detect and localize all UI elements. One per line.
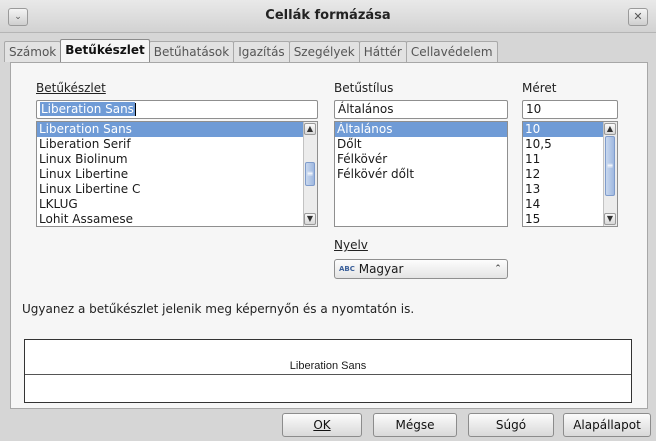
scroll-thumb[interactable]: ≡ <box>305 162 315 186</box>
spellcheck-icon: ABC <box>339 265 355 273</box>
reset-button[interactable]: Alapállapot <box>563 413 651 437</box>
close-icon: ✕ <box>633 10 643 23</box>
tab-bar: Számok Betűkészlet Betűhatások Igazítás … <box>4 39 498 63</box>
scroll-up-icon[interactable]: ▲ <box>604 123 616 135</box>
list-item[interactable]: Dőlt <box>335 137 507 152</box>
title-bar: ⌄ Cellák formázása ✕ <box>0 0 656 33</box>
preview-text: Liberation Sans <box>288 360 368 372</box>
tab-cellavedelem[interactable]: Cellavédelem <box>405 41 498 62</box>
font-style-list[interactable]: Általános Dőlt Félkövér Félkövér dőlt <box>334 121 508 227</box>
list-item[interactable]: Linux Libertine C <box>37 182 317 197</box>
spin-icon: ⌃ <box>494 264 502 274</box>
tab-igazitas[interactable]: Igazítás <box>233 41 290 62</box>
language-value: Magyar <box>358 262 404 276</box>
font-preview: Liberation Sans <box>24 339 632 403</box>
list-item[interactable]: Félkövér <box>335 152 507 167</box>
ok-button[interactable]: OK <box>282 413 362 437</box>
font-style-label: Betűstílus <box>334 81 394 95</box>
scroll-up-icon[interactable]: ▲ <box>304 123 316 135</box>
list-item[interactable]: LKLUG <box>37 197 317 212</box>
tab-szegelyek[interactable]: Szegélyek <box>288 41 360 62</box>
tab-szamok[interactable]: Számok <box>4 41 62 62</box>
preview-baseline <box>25 374 631 375</box>
font-family-input-value: Liberation Sans <box>40 102 135 116</box>
list-item[interactable]: Liberation Sans <box>37 122 317 137</box>
list-item[interactable]: Linux Biolinum <box>37 152 317 167</box>
font-family-label: Betűkészlet <box>36 81 106 95</box>
list-item[interactable]: Liberation Serif <box>37 137 317 152</box>
tab-hatter[interactable]: Háttér <box>358 41 407 62</box>
font-family-list[interactable]: Liberation Sans Liberation Serif Linux B… <box>36 121 318 227</box>
font-family-input[interactable]: Liberation Sans <box>36 100 318 119</box>
language-label: Nyelv <box>334 238 368 252</box>
font-size-input[interactable]: 10 <box>522 100 618 119</box>
scroll-down-icon[interactable]: ▼ <box>304 213 316 225</box>
list-item[interactable]: Linux Libertine <box>37 167 317 182</box>
font-size-list[interactable]: 10 10,5 11 12 13 14 15 ▲ ≡ ▼ <box>522 121 618 227</box>
font-style-input[interactable]: Általános <box>334 100 508 119</box>
scroll-thumb[interactable]: ≡ <box>605 136 615 196</box>
scroll-down-icon[interactable]: ▼ <box>604 213 616 225</box>
font-info-text: Ugyanez a betűkészlet jelenik meg képern… <box>22 302 415 316</box>
list-item[interactable]: Általános <box>335 122 507 137</box>
tab-betuhatasok[interactable]: Betűhatások <box>148 41 235 62</box>
window-title: Cellák formázása <box>265 8 391 23</box>
font-size-label: Méret <box>522 81 557 95</box>
font-family-scrollbar[interactable]: ▲ ≡ ▼ <box>303 122 317 226</box>
font-size-scrollbar[interactable]: ▲ ≡ ▼ <box>603 122 617 226</box>
list-item[interactable]: 10 <box>523 122 603 137</box>
list-item[interactable]: Félkövér dőlt <box>335 167 507 182</box>
help-button[interactable]: Súgó <box>468 413 554 437</box>
close-button[interactable]: ✕ <box>628 8 648 26</box>
language-select[interactable]: ABC Magyar ⌃ <box>334 259 508 279</box>
list-item[interactable]: Lohit Assamese <box>37 212 317 226</box>
tab-betukeszlet[interactable]: Betűkészlet <box>60 39 150 62</box>
cancel-button[interactable]: Mégse <box>373 413 457 437</box>
